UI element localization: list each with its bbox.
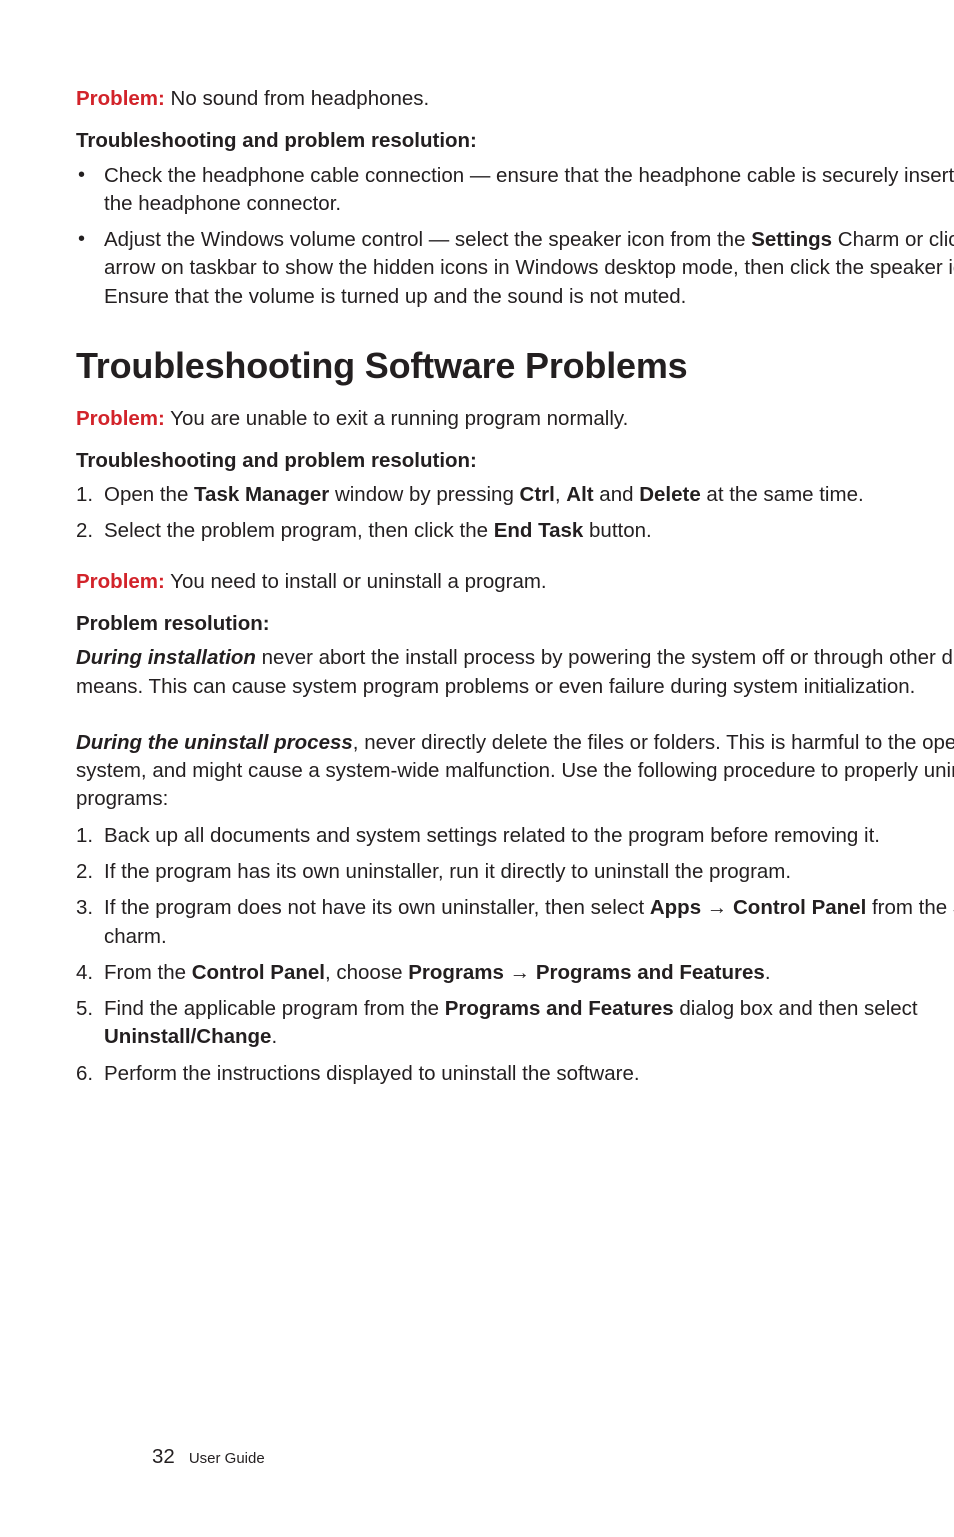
list-item: • Check the headphone cable connection —…	[76, 162, 954, 219]
list-item-body: From the Control Panel, choose Programs …	[104, 959, 954, 987]
paragraph: During the uninstall process, never dire…	[76, 729, 954, 814]
paragraph: During installation never abort the inst…	[76, 644, 954, 701]
list-item: 3. If the program does not have its own …	[76, 894, 954, 951]
list-item-body: Open the Task Manager window by pressing…	[104, 481, 954, 509]
list-item: 1. Back up all documents and system sett…	[76, 822, 954, 850]
list-item-body: Find the applicable program from the Pro…	[104, 995, 954, 1052]
page-number: 32	[152, 1443, 175, 1471]
problem-line: Problem: You need to install or uninstal…	[76, 568, 954, 596]
list-item-body: If the program has its own uninstaller, …	[104, 858, 954, 886]
number-marker: 2.	[76, 517, 104, 545]
problem-label: Problem:	[76, 407, 165, 430]
bullet-list: • Check the headphone cable connection —…	[76, 162, 954, 311]
problem-text: You are unable to exit a running program…	[165, 407, 628, 430]
list-item: 5. Find the applicable program from the …	[76, 995, 954, 1052]
problem-text: You need to install or uninstall a progr…	[165, 570, 547, 593]
problem-line: Problem: No sound from headphones.	[76, 85, 954, 113]
list-item-body: Check the headphone cable connection — e…	[104, 162, 954, 219]
bullet-icon: •	[76, 226, 104, 254]
problem-line: Problem: You are unable to exit a runnin…	[76, 405, 954, 433]
list-item: 6. Perform the instructions displayed to…	[76, 1060, 954, 1088]
problem-label: Problem:	[76, 570, 165, 593]
list-item: 1. Open the Task Manager window by press…	[76, 481, 954, 509]
section-heading: Troubleshooting Software Problems	[76, 341, 954, 391]
number-marker: 5.	[76, 995, 104, 1023]
list-item-body: If the program does not have its own uni…	[104, 894, 954, 951]
numbered-list: 1. Back up all documents and system sett…	[76, 822, 954, 1088]
number-marker: 6.	[76, 1060, 104, 1088]
number-marker: 3.	[76, 894, 104, 922]
subheading: Problem resolution:	[76, 610, 954, 638]
number-marker: 1.	[76, 822, 104, 850]
list-item: 4. From the Control Panel, choose Progra…	[76, 959, 954, 987]
bullet-icon: •	[76, 162, 104, 190]
subheading: Troubleshooting and problem resolution:	[76, 447, 954, 475]
number-marker: 2.	[76, 858, 104, 886]
number-marker: 4.	[76, 959, 104, 987]
number-marker: 1.	[76, 481, 104, 509]
problem-text: No sound from headphones.	[165, 87, 429, 110]
list-item: 2. If the program has its own uninstalle…	[76, 858, 954, 886]
subheading: Troubleshooting and problem resolution:	[76, 127, 954, 155]
problem-label: Problem:	[76, 87, 165, 110]
list-item-body: Perform the instructions displayed to un…	[104, 1060, 954, 1088]
list-item: 2. Select the problem program, then clic…	[76, 517, 954, 545]
list-item: • Adjust the Windows volume control — se…	[76, 226, 954, 311]
list-item-body: Adjust the Windows volume control — sele…	[104, 226, 954, 311]
page-footer: 32 User Guide	[152, 1443, 265, 1471]
list-item-body: Select the problem program, then click t…	[104, 517, 954, 545]
numbered-list: 1. Open the Task Manager window by press…	[76, 481, 954, 546]
list-item-body: Back up all documents and system setting…	[104, 822, 954, 850]
